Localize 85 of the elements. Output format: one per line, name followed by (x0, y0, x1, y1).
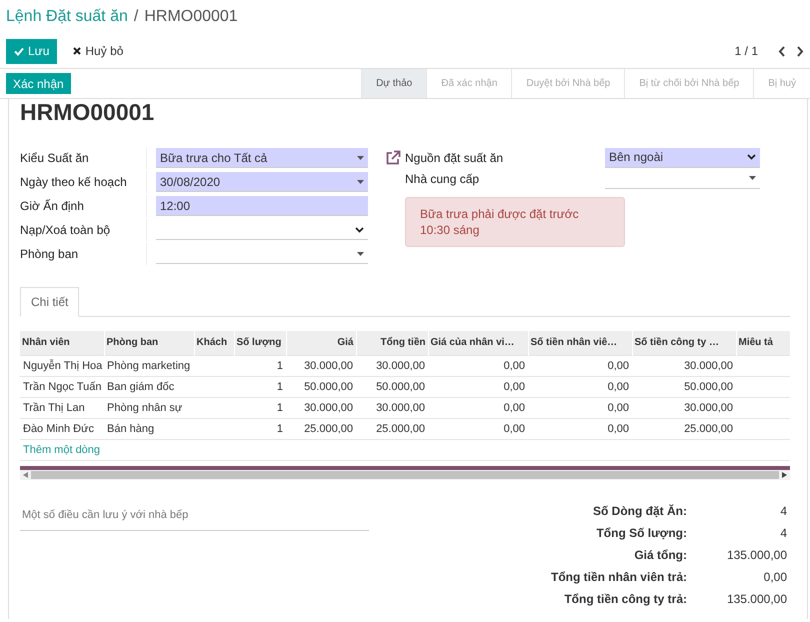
pager-value: 1 / 1 (734, 44, 758, 58)
column-header[interactable]: Tổng tiền (356, 331, 428, 355)
table-cell: 30.000,00 (632, 397, 736, 418)
field-label: Nhà cung cấp (405, 172, 480, 186)
table-cell: 0,00 (528, 355, 632, 376)
table-cell: Bán hàng (104, 418, 194, 439)
column-header[interactable]: Nhân viên (20, 331, 104, 355)
column-header[interactable]: Số lượng (234, 331, 286, 355)
table-cell: 0,00 (428, 418, 528, 439)
table-cell: 0,00 (428, 397, 528, 418)
field-label: Ngày theo kế hoạch (20, 171, 147, 193)
total-label: Số Dòng đặt Ăn: (592, 504, 687, 518)
chevron-icon (355, 226, 364, 232)
caret-icon (357, 252, 364, 256)
horizontal-scrollbar[interactable] (20, 470, 790, 480)
column-header[interactable]: Giá của nhân vi… (428, 331, 528, 355)
table-cell: Phòng marketing (104, 355, 194, 376)
total-value: 4 (779, 526, 787, 540)
column-header[interactable]: Số tiền nhân viê… (528, 331, 632, 355)
breadcrumb-current: HRMO00001 (144, 8, 238, 26)
table-cell: Nguyễn Thị Hoa (20, 355, 104, 376)
close-icon (73, 47, 82, 55)
caret-icon (357, 156, 364, 160)
table-cell: 0,00 (528, 418, 632, 439)
external-link-icon[interactable] (385, 150, 401, 166)
total-value: 4 (779, 504, 787, 518)
check-icon (14, 46, 24, 56)
total-label: Tổng tiền công ty trả: (563, 592, 687, 606)
column-header[interactable]: Phòng ban (104, 331, 194, 355)
breadcrumb-separator: / (134, 8, 138, 26)
table-cell: 1 (234, 397, 286, 418)
table-cell: 1 (234, 355, 286, 376)
scroll-right-icon[interactable] (782, 472, 787, 478)
table-cell: 50.000,00 (286, 376, 356, 397)
total-label: Giá tổng: (633, 548, 687, 562)
table-cell: 0,00 (528, 397, 632, 418)
table-cell: 25.000,00 (286, 418, 356, 439)
field-label: Giờ Ấn định (20, 195, 147, 217)
table-cell: Phòng nhân sự (104, 397, 194, 418)
table-cell: 0,00 (428, 355, 528, 376)
table-cell: 30.000,00 (286, 397, 356, 418)
table-cell: 30.000,00 (632, 355, 736, 376)
table-cell: 50.000,00 (632, 376, 736, 397)
table-cell: 25.000,00 (356, 418, 428, 439)
table-cell: 1 (234, 376, 286, 397)
tab[interactable]: Chi tiết (20, 287, 80, 317)
table-cell: Trần Ngọc Tuấn (20, 376, 104, 397)
table-cell: Đào Minh Đức (20, 418, 104, 439)
total-label: Tổng tiền nhân viên trả: (550, 570, 687, 584)
discard-button[interactable]: Huỷ bỏ (67, 43, 130, 59)
input-field[interactable]: Bữa trưa cho Tất cả (156, 148, 368, 168)
next-icon[interactable] (796, 46, 804, 56)
total-value: 135.000,00 (726, 592, 787, 606)
table-cell: 0,00 (528, 376, 632, 397)
record-title: HRMO00001 (20, 99, 156, 127)
column-header[interactable]: Khách (194, 331, 234, 355)
field-label: Kiểu Suất ăn (20, 147, 147, 169)
total-value: 0,00 (762, 570, 787, 584)
table-cell: Trần Thị Lan (20, 397, 104, 418)
caret-icon (357, 180, 364, 184)
field-label: Nạp/Xoá toàn bộ (20, 219, 147, 241)
status-stage[interactable]: Dự thảo (361, 69, 426, 98)
column-header[interactable]: Giá (286, 331, 356, 355)
table-cell: 1 (234, 418, 286, 439)
table-cell: 0,00 (428, 376, 528, 397)
warning-alert: Bữa trưa phải được đặt trước 10:30 sáng (405, 197, 625, 247)
table-cell: 50.000,00 (356, 376, 428, 397)
field-label: Phòng ban (20, 243, 147, 265)
column-header[interactable]: Số tiền công ty … (632, 331, 736, 355)
table-cell: 30.000,00 (356, 355, 428, 376)
total-value: 135.000,00 (726, 548, 787, 562)
column-header[interactable]: Miêu tả (736, 331, 790, 355)
table-cell: 30.000,00 (286, 355, 356, 376)
previous-icon[interactable] (778, 46, 786, 56)
total-label: Tổng Số lượng: (595, 526, 687, 540)
input-field[interactable]: Bên ngoài (605, 148, 760, 168)
table-cell: 30.000,00 (356, 397, 428, 418)
input-field[interactable]: 12:00 (156, 196, 368, 216)
chevron-icon (747, 154, 756, 160)
caret-icon (749, 176, 756, 180)
table-cell: 25.000,00 (632, 418, 736, 439)
input-field[interactable]: 30/08/2020 (156, 172, 368, 192)
scroll-left-icon[interactable] (23, 472, 28, 478)
table-cell: Ban giám đốc (104, 376, 194, 397)
field-label: Nguồn đặt suất ăn (405, 150, 504, 164)
